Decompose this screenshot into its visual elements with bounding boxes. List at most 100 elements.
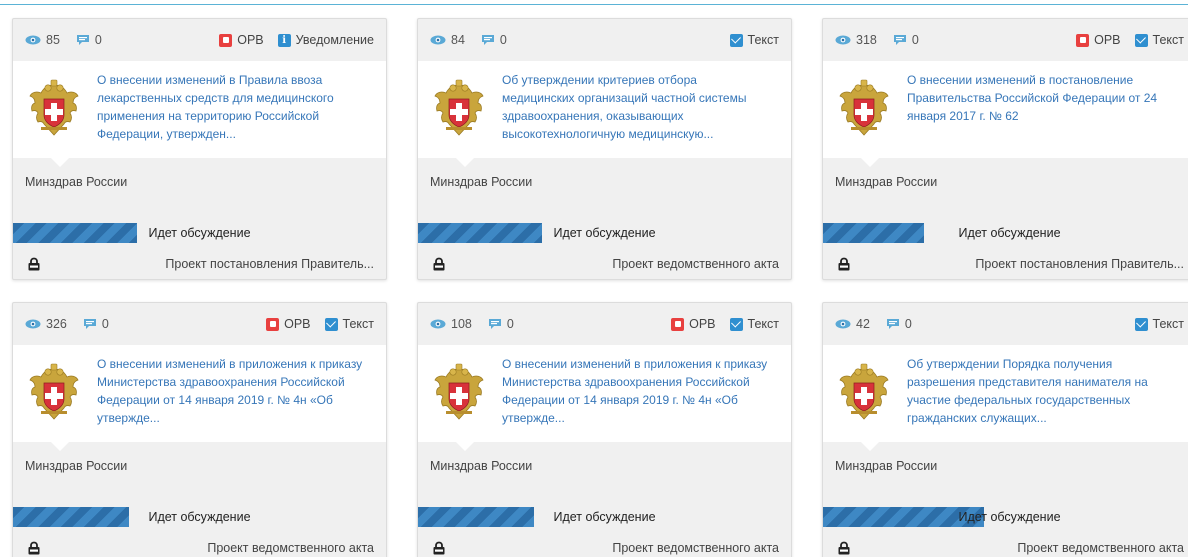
project-card[interactable]: 84 0 Текст Об утверждении критериев отбо…: [417, 18, 792, 280]
views-counter: 326: [25, 317, 67, 331]
card-header: 318 0 ОРВ Текст: [823, 19, 1188, 61]
discussion-status: Идет обсуждение: [823, 507, 1188, 527]
organization-name: Минздрав России: [430, 175, 533, 189]
coat-of-arms-icon: [823, 61, 905, 158]
text-icon: [1134, 317, 1148, 331]
tag-label: ОРВ: [689, 317, 716, 331]
card-footer: Проект постановления Правитель...: [823, 247, 1188, 279]
tag-label: Текст: [747, 317, 779, 331]
project-title-link[interactable]: Об утверждении Порядка получения разреше…: [905, 345, 1175, 442]
tag-info[interactable]: i Уведомление: [277, 33, 374, 47]
orv-icon: [266, 317, 280, 331]
views-counter: 318: [835, 33, 877, 47]
project-card[interactable]: 108 0 ОРВ Текст О внесении изменений в п…: [417, 302, 792, 557]
info-icon: i: [277, 33, 291, 47]
orv-icon: [219, 33, 233, 47]
body-notch: [861, 442, 879, 451]
status-label: Идет обсуждение: [553, 510, 656, 524]
tag-text[interactable]: Текст: [1134, 317, 1184, 331]
card-tags: Текст: [716, 33, 779, 47]
views-count: 42: [856, 317, 870, 331]
tag-orv[interactable]: ОРВ: [1076, 33, 1121, 47]
tag-text[interactable]: Текст: [324, 317, 374, 331]
comments-counter: 0: [893, 33, 919, 47]
comments-counter: 0: [886, 317, 912, 331]
card-footer: Проект ведомственного акта: [418, 531, 791, 557]
project-card[interactable]: 42 0 Текст Об утверждении Порядка получе…: [822, 302, 1188, 557]
card-footer: Проект ведомственного акта: [823, 531, 1188, 557]
text-icon: [324, 317, 338, 331]
card-body: Об утверждении Порядка получения разреше…: [823, 345, 1188, 442]
comments-count: 0: [101, 317, 109, 331]
card-footer: Проект постановления Правитель...: [13, 247, 386, 279]
tag-text[interactable]: Текст: [729, 317, 779, 331]
comments-counter: 0: [76, 33, 102, 47]
project-title-link[interactable]: О внесении изменений в постановление Пра…: [905, 61, 1175, 158]
orv-icon: [671, 317, 685, 331]
eye-icon: [430, 319, 446, 329]
project-card[interactable]: 318 0 ОРВ Текст О внесении изменений в п…: [822, 18, 1188, 280]
card-footer: Проект ведомственного акта: [418, 247, 791, 279]
status-label: Идет обсуждение: [553, 226, 656, 240]
status-label: Идет обсуждение: [148, 510, 251, 524]
comments-count: 0: [499, 33, 507, 47]
discussion-status: Идет обсуждение: [823, 223, 1188, 243]
eye-icon: [430, 35, 446, 45]
comments-count: 0: [904, 317, 912, 331]
discussion-status: Идет обсуждение: [13, 223, 386, 243]
top-divider: [0, 4, 1188, 5]
card-tags: ОРВ Текст: [657, 317, 779, 331]
card-body: Об утверждении критериев отбора медицинс…: [418, 61, 791, 158]
organization-name: Минздрав России: [25, 459, 128, 473]
card-tags: ОРВ i Уведомление: [205, 33, 374, 47]
project-title-link[interactable]: О внесении изменений в приложения к прик…: [500, 345, 770, 442]
coat-of-arms-icon: [13, 61, 95, 158]
tag-orv[interactable]: ОРВ: [266, 317, 311, 331]
discussion-status: Идет обсуждение: [418, 507, 791, 527]
document-type: Проект постановления Правитель...: [975, 257, 1184, 271]
document-type: Проект ведомственного акта: [612, 541, 779, 555]
tag-label: Текст: [747, 33, 779, 47]
discussion-status: Идет обсуждение: [13, 507, 386, 527]
coat-of-arms-icon: [13, 345, 95, 442]
eye-icon: [835, 319, 851, 329]
tag-text[interactable]: Текст: [729, 33, 779, 47]
body-notch: [861, 158, 879, 167]
eye-icon: [25, 319, 41, 329]
project-title-link[interactable]: О внесении изменений в Правила ввоза лек…: [95, 61, 365, 158]
card-body: О внесении изменений в постановление Пра…: [823, 61, 1188, 158]
tag-label: Текст: [342, 317, 374, 331]
views-counter: 42: [835, 317, 870, 331]
views-counter: 84: [430, 33, 465, 47]
comments-count: 0: [94, 33, 102, 47]
views-count: 85: [46, 33, 60, 47]
tag-label: ОРВ: [284, 317, 311, 331]
lock-icon: [25, 539, 43, 557]
card-tags: ОРВ Текст: [1062, 33, 1184, 47]
tag-orv[interactable]: ОРВ: [219, 33, 264, 47]
card-tags: Текст: [1121, 317, 1184, 331]
project-title-link[interactable]: О внесении изменений в приложения к прик…: [95, 345, 365, 442]
tag-text[interactable]: Текст: [1134, 33, 1184, 47]
card-body: О внесении изменений в Правила ввоза лек…: [13, 61, 386, 158]
comments-counter: 0: [488, 317, 514, 331]
tag-label: Текст: [1152, 33, 1184, 47]
body-notch: [51, 442, 69, 451]
project-card[interactable]: 326 0 ОРВ Текст О внесении изменений в п…: [12, 302, 387, 557]
tag-orv[interactable]: ОРВ: [671, 317, 716, 331]
lock-icon: [835, 255, 853, 273]
comments-counter: 0: [481, 33, 507, 47]
eye-icon: [835, 35, 851, 45]
lock-icon: [430, 255, 448, 273]
document-type: Проект ведомственного акта: [1017, 541, 1184, 555]
project-title-link[interactable]: Об утверждении критериев отбора медицинс…: [500, 61, 770, 158]
views-counter: 108: [430, 317, 472, 331]
coat-of-arms-icon: [823, 345, 905, 442]
coat-of-arms-icon: [418, 345, 500, 442]
text-icon: [729, 317, 743, 331]
tag-label: Уведомление: [295, 33, 374, 47]
organization-name: Минздрав России: [25, 175, 128, 189]
discussion-status: Идет обсуждение: [418, 223, 791, 243]
tag-label: ОРВ: [237, 33, 264, 47]
project-card[interactable]: 85 0 ОРВ i Уведомление О внесении измене…: [12, 18, 387, 280]
